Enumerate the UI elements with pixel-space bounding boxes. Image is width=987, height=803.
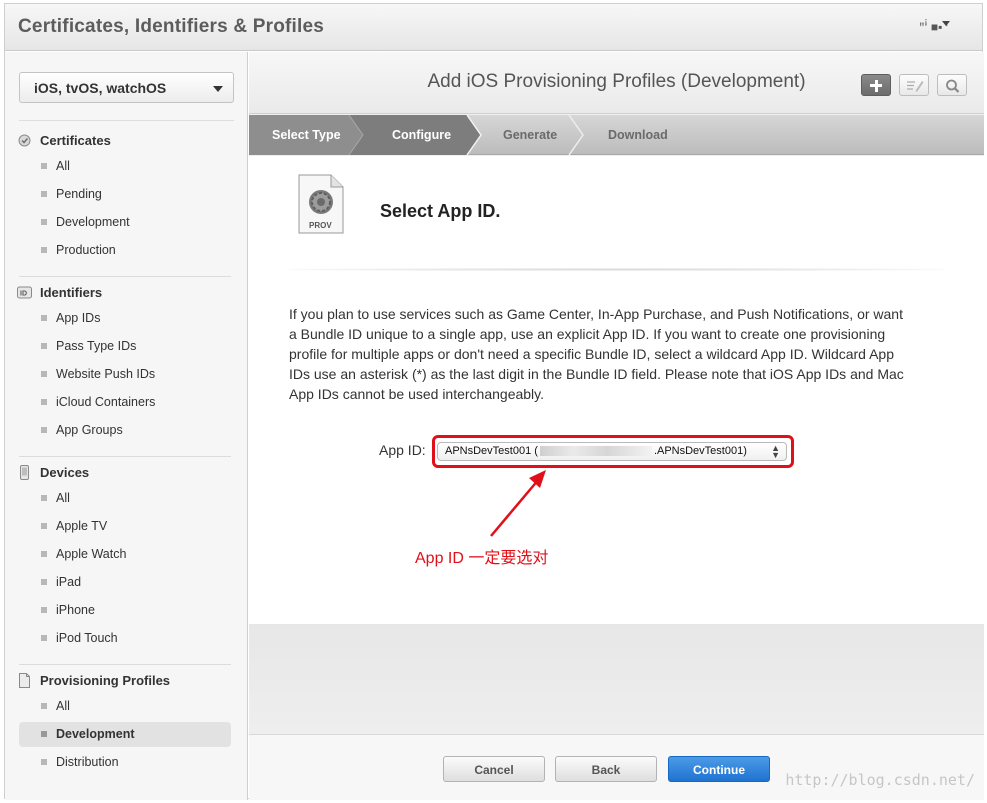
sidebar-item-label: iPhone <box>56 603 95 617</box>
content-area: PROV Select App ID. If you plan to use s… <box>249 156 984 624</box>
sidebar-item-profiles-all[interactable]: All <box>19 694 231 719</box>
annotation-text: App ID 一定要选对 <box>415 550 549 567</box>
plus-icon-stem <box>874 79 878 92</box>
footer-bar: Cancel Back Continue <box>249 734 984 800</box>
sidebar-item-website-push-ids[interactable]: Website Push IDs <box>19 362 231 387</box>
bullet <box>41 579 47 585</box>
divider <box>19 456 231 457</box>
sidebar-item-devices-all[interactable]: All <box>19 486 231 511</box>
sidebar-item-certificates-all[interactable]: All <box>19 154 231 179</box>
user-menu-caret-icon[interactable] <box>942 21 950 26</box>
sidebar-item-production[interactable]: Production <box>19 238 231 263</box>
bullet <box>41 495 47 501</box>
sidebar-item-certificates-development[interactable]: Development <box>19 210 231 235</box>
edit-button[interactable] <box>899 74 929 96</box>
bullet <box>41 427 47 433</box>
sidebar-item-label: Website Push IDs <box>56 367 156 381</box>
sidebar-item-label: All <box>56 699 70 713</box>
annotation-arrow-icon <box>490 470 546 537</box>
back-button[interactable]: Back <box>555 756 657 782</box>
sidebar-item-label: Apple Watch <box>56 547 127 561</box>
sidebar-item-label: Production <box>56 243 116 257</box>
bullet <box>41 247 47 253</box>
search-button[interactable] <box>937 74 967 96</box>
bullet <box>41 191 47 197</box>
sidebar-item-pending[interactable]: Pending <box>19 182 231 207</box>
sidebar-item-ipad[interactable]: iPad <box>19 570 231 595</box>
bullet <box>41 523 47 529</box>
sidebar: iOS, tvOS, watchOS Certificates All Pend… <box>5 52 248 800</box>
bullet <box>41 551 47 557</box>
sidebar-item-apple-tv[interactable]: Apple TV <box>19 514 231 539</box>
sidebar-item-label: Apple TV <box>56 519 108 533</box>
top-bar: Certificates, Identifiers & Profiles ꞌꞌꜞ… <box>5 4 982 51</box>
bullet <box>41 703 47 709</box>
bullet <box>41 371 47 377</box>
bullet <box>41 315 47 321</box>
step-download: Download <box>608 128 668 142</box>
sidebar-heading-label: Identifiers <box>40 285 103 300</box>
sidebar-item-label: iCloud Containers <box>56 395 156 409</box>
divider <box>19 664 231 665</box>
step-generate: Generate <box>503 128 558 142</box>
edit-icon <box>907 81 924 92</box>
divider <box>19 120 234 121</box>
cancel-button[interactable]: Cancel <box>443 756 545 782</box>
bullet <box>41 219 47 225</box>
sidebar-item-label: All <box>56 491 70 505</box>
sidebar-item-app-ids[interactable]: App IDs <box>19 306 231 331</box>
bullet <box>41 163 47 169</box>
certificate-icon <box>18 134 31 147</box>
sidebar-item-app-groups[interactable]: App Groups <box>19 418 231 443</box>
bullet <box>41 343 47 349</box>
sidebar-item-apple-watch[interactable]: Apple Watch <box>19 542 231 567</box>
sidebar-item-label: Pending <box>56 187 102 201</box>
sidebar-item-label: Pass Type IDs <box>56 339 137 353</box>
bullet <box>41 635 47 641</box>
step-select-type: Select Type <box>272 128 341 142</box>
main-panel: Add iOS Provisioning Profiles (Developme… <box>249 52 984 800</box>
sidebar-item-iphone[interactable]: iPhone <box>19 598 231 623</box>
app-window: Certificates, Identifiers & Profiles ꞌꞌꜞ… <box>4 3 984 800</box>
sidebar-item-icloud-containers[interactable]: iCloud Containers <box>19 390 231 415</box>
bullet <box>41 607 47 613</box>
device-icon <box>20 465 29 480</box>
sidebar-item-profiles-development[interactable]: Development <box>19 722 231 747</box>
sidebar-item-label: iPad <box>56 575 82 589</box>
bullet <box>41 399 47 405</box>
search-icon <box>946 79 960 93</box>
sidebar-item-label: Development <box>56 727 135 741</box>
sidebar-item-distribution[interactable]: Distribution <box>19 750 231 775</box>
sidebar-item-label: App IDs <box>56 311 101 325</box>
sidebar-item-label: App Groups <box>56 423 123 437</box>
platform-select[interactable]: iOS, tvOS, watchOS <box>19 72 234 103</box>
bullet <box>41 759 47 765</box>
watermark: http://blog.csdn.net/ <box>785 771 975 789</box>
continue-button[interactable]: Continue <box>668 756 770 782</box>
page-header: Add iOS Provisioning Profiles (Developme… <box>249 52 984 114</box>
app-title: Certificates, Identifiers & Profiles <box>18 16 325 37</box>
bullet <box>41 731 47 737</box>
sidebar-item-label: Distribution <box>56 755 119 769</box>
sidebar-item-label: iPod Touch <box>56 631 118 645</box>
content-lower-area <box>249 624 984 734</box>
chevron-down-icon <box>213 86 223 92</box>
sidebar-item-label: Development <box>56 215 130 229</box>
sidebar-item-pass-type-ids[interactable]: Pass Type IDs <box>19 334 231 359</box>
sidebar-item-label: All <box>56 159 70 173</box>
platform-select-label: iOS, tvOS, watchOS <box>34 80 167 96</box>
id-icon: ID <box>17 286 32 299</box>
sidebar-heading-label: Provisioning Profiles <box>40 673 171 688</box>
divider <box>19 276 231 277</box>
wizard-steps: Select Type Configure Generate Download <box>249 115 984 155</box>
svg-text:ID: ID <box>20 291 27 298</box>
add-button[interactable] <box>861 74 891 96</box>
document-icon <box>19 673 30 688</box>
sidebar-heading-label: Certificates <box>40 133 111 148</box>
step-configure: Configure <box>392 128 452 142</box>
sidebar-item-ipod-touch[interactable]: iPod Touch <box>19 626 231 651</box>
sidebar-heading-label: Devices <box>40 465 90 480</box>
